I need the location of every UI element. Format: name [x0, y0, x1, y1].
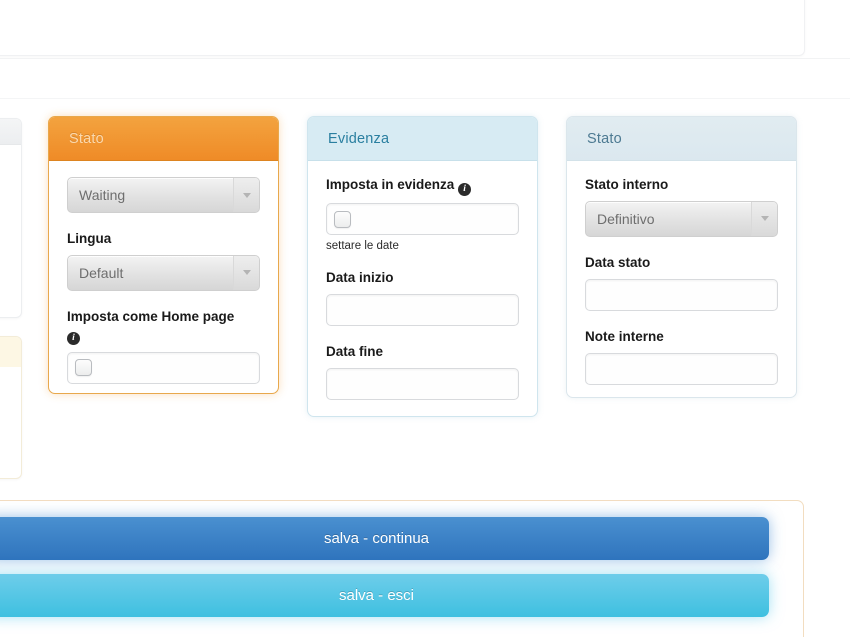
home-page-label-text: Imposta come Home page [67, 308, 235, 324]
stato-interno-select-value: Definitivo [597, 210, 655, 227]
chevron-down-icon[interactable] [233, 255, 259, 290]
card-evidenza-body: Imposta in evidenza i settare le date Da… [308, 161, 537, 416]
data-inizio-label: Data inizio [326, 270, 394, 285]
note-interne-label: Note interne [585, 328, 664, 344]
offscreen-panel-lower-header [0, 337, 21, 367]
chevron-down-icon[interactable] [233, 178, 259, 212]
card-evidenza-title: Evidenza [308, 117, 537, 161]
info-icon[interactable]: i [67, 331, 80, 345]
card-stato-pubblicazione-title: Stato [49, 117, 278, 161]
home-page-checkbox-wrapper[interactable] [67, 351, 260, 384]
stato-interno-select[interactable]: Definitivo [585, 200, 778, 237]
top-panel [0, 0, 805, 56]
offscreen-panel-lower [0, 336, 22, 479]
data-fine-input[interactable] [326, 367, 519, 400]
data-inizio-input[interactable] [326, 293, 519, 326]
imposta-in-evidenza-checkbox[interactable] [334, 210, 351, 228]
lingua-select-value: Default [79, 264, 124, 281]
section-divider [0, 98, 850, 99]
save-exit-button[interactable]: salva - esci [0, 574, 769, 617]
home-page-checkbox[interactable] [75, 359, 92, 377]
card-stato-pubblicazione-body: Waiting Lingua Default Imposta come Home… [49, 161, 278, 393]
stato-pubblicazione-select-value: Waiting [79, 187, 126, 203]
card-evidenza: Evidenza Imposta in evidenza i settare l… [307, 116, 538, 417]
lingua-select[interactable]: Default [67, 254, 260, 291]
imposta-in-evidenza-hint: settare le date [326, 240, 399, 252]
data-stato-input[interactable] [585, 278, 778, 311]
info-icon[interactable]: i [458, 183, 472, 196]
imposta-in-evidenza-label-text: Imposta in evidenza [326, 177, 455, 192]
card-stato-interno-title: Stato [567, 117, 796, 161]
card-stato-interno-body: Stato interno Definitivo Data stato Note… [567, 161, 796, 397]
card-stato-interno: Stato Stato interno Definitivo Data stat… [566, 116, 797, 398]
lingua-label: Lingua [67, 231, 112, 246]
data-stato-label: Data stato [585, 254, 651, 270]
card-stato-pubblicazione: Stato Waiting Lingua Default Imposta com… [48, 116, 279, 394]
page-root: Stato Waiting Lingua Default Imposta com… [0, 0, 850, 637]
top-divider [0, 58, 850, 59]
save-continue-button[interactable]: salva - continua [0, 517, 769, 560]
offscreen-panel-upper-header [0, 119, 21, 145]
note-interne-input[interactable] [585, 352, 778, 385]
stato-pubblicazione-select[interactable]: Waiting [67, 177, 260, 213]
chevron-down-icon[interactable] [751, 201, 777, 236]
offscreen-panel-upper [0, 118, 22, 318]
imposta-in-evidenza-label: Imposta in evidenza i [326, 177, 519, 196]
stato-interno-label: Stato interno [585, 177, 669, 192]
home-page-label: Imposta come Home page i [67, 309, 260, 345]
imposta-in-evidenza-checkbox-wrapper[interactable] [326, 203, 519, 235]
data-fine-label: Data fine [326, 343, 384, 359]
